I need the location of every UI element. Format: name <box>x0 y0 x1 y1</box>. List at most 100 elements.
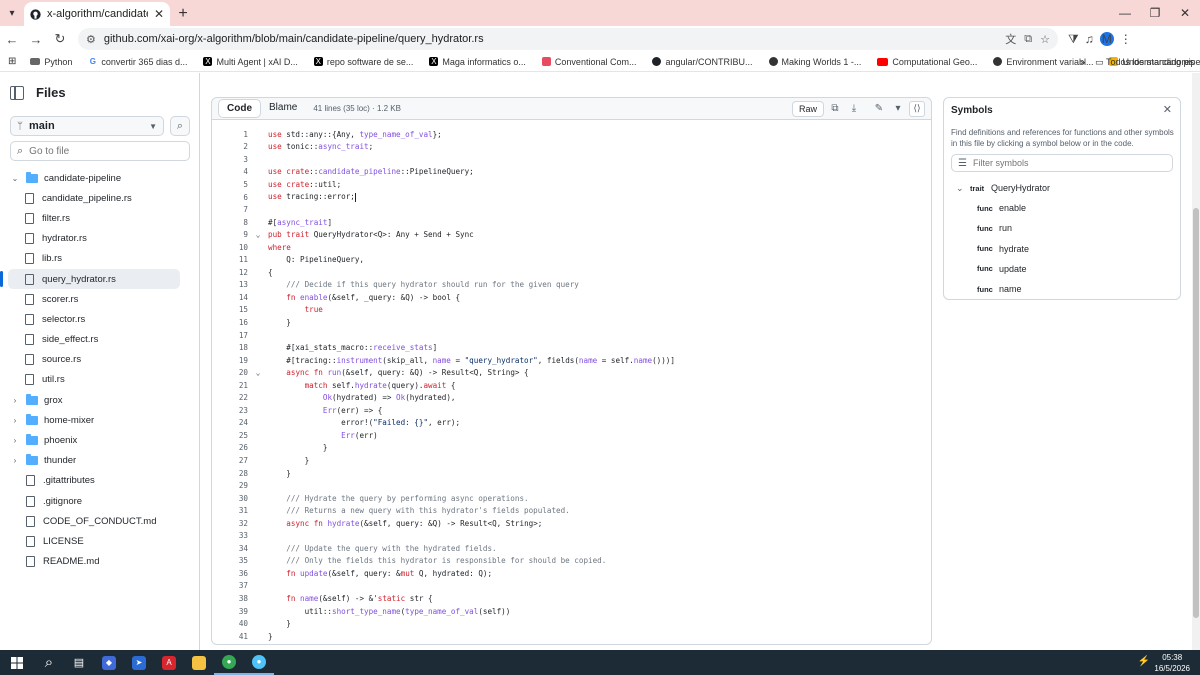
tab-blame[interactable]: Blame <box>261 99 305 118</box>
filter-symbols-field[interactable]: ☰ <box>951 154 1173 172</box>
network-icon[interactable]: ⚡ <box>1138 656 1150 667</box>
bookmark-4[interactable]: X Maga informatics o... <box>421 57 534 67</box>
bookmark-2[interactable]: X Multi Agent | xAI D... <box>195 57 305 67</box>
code-line[interactable]: 15 true <box>212 304 931 317</box>
tree-file[interactable]: util.rs <box>0 370 200 390</box>
minimize-button[interactable]: — <box>1110 0 1140 26</box>
bookmark-0[interactable]: Python <box>22 57 80 67</box>
tree-file[interactable]: .gitignore <box>0 491 200 511</box>
url-text[interactable]: github.com/xai-org/x-algorithm/blob/main… <box>104 33 997 45</box>
close-window-button[interactable]: ✕ <box>1170 0 1200 26</box>
line-number[interactable]: 30 <box>212 494 248 503</box>
code-line[interactable]: 21 match self.hydrate(query).await { <box>212 379 931 392</box>
code-line[interactable]: 28 } <box>212 467 931 480</box>
line-number[interactable]: 33 <box>212 531 248 540</box>
line-number[interactable]: 36 <box>212 569 248 578</box>
tree-file[interactable]: lib.rs <box>0 249 200 269</box>
symbol-item[interactable]: func update <box>944 259 1180 279</box>
copy-icon[interactable]: ⧉ <box>827 101 843 117</box>
code-line[interactable]: 30 /// Hydrate the query by performing a… <box>212 492 931 505</box>
tree-file[interactable]: CODE_OF_CONDUCT.md <box>0 511 200 531</box>
line-number[interactable]: 14 <box>212 293 248 302</box>
chevron-right-icon[interactable]: › <box>10 436 20 445</box>
go-to-file-field[interactable]: ⌕ <box>10 141 190 161</box>
tree-folder[interactable]: › thunder <box>0 451 200 471</box>
close-tab-icon[interactable]: ✕ <box>154 7 164 21</box>
code-line[interactable]: 18 #[xai_stats_macro::receive_stats] <box>212 341 931 354</box>
app-icon-2[interactable]: ➤ <box>124 650 154 675</box>
more-bookmarks-icon[interactable]: » <box>1080 57 1085 67</box>
site-info-icon[interactable]: ⚙ <box>86 33 96 46</box>
chevron-down-icon[interactable]: ⌄ <box>10 174 20 183</box>
line-number[interactable]: 24 <box>212 418 248 427</box>
new-tab-button[interactable]: + <box>170 2 196 26</box>
code-line[interactable]: 41} <box>212 630 931 643</box>
tree-file[interactable]: query_hydrator.rs <box>0 268 180 290</box>
line-number[interactable]: 15 <box>212 305 248 314</box>
go-to-file-input[interactable] <box>29 145 170 157</box>
code-line[interactable]: 7 <box>212 203 931 216</box>
line-number[interactable]: 35 <box>212 556 248 565</box>
open-in-app-icon[interactable]: ⧉ <box>1024 33 1032 46</box>
tree-folder[interactable]: ⌄ candidate-pipeline <box>0 168 200 188</box>
code-line[interactable]: 3 <box>212 153 931 166</box>
code-line[interactable]: 17 <box>212 329 931 342</box>
chrome-profile-icon[interactable]: ● <box>244 650 274 675</box>
code-line[interactable]: 40 } <box>212 617 931 630</box>
line-number[interactable]: 6 <box>212 193 248 202</box>
bookmark-star-icon[interactable]: ☆ <box>1040 33 1050 46</box>
symbol-item[interactable]: func run <box>944 218 1180 238</box>
line-number[interactable]: 5 <box>212 180 248 189</box>
bookmark-8[interactable]: Computational Geo... <box>869 57 985 67</box>
line-number[interactable]: 38 <box>212 594 248 603</box>
code-line[interactable]: 1 use std::any::{Any, type_name_of_val}; <box>212 128 931 141</box>
collapse-sidebar-icon[interactable] <box>10 85 24 100</box>
symbol-item[interactable]: func enable <box>944 198 1180 218</box>
chevron-right-icon[interactable]: › <box>10 416 20 425</box>
line-number[interactable]: 39 <box>212 607 248 616</box>
line-number[interactable]: 8 <box>212 218 248 227</box>
tree-file[interactable]: filter.rs <box>0 208 200 228</box>
back-button[interactable]: ← <box>0 27 24 51</box>
bookmark-1[interactable]: Gconvertir 365 dias d... <box>80 57 195 67</box>
tree-file[interactable]: LICENSE <box>0 531 200 551</box>
tree-file[interactable]: .gitattributes <box>0 471 200 491</box>
line-number[interactable]: 19 <box>212 356 248 365</box>
line-number[interactable]: 10 <box>212 243 248 252</box>
code-line[interactable]: 39 util::short_type_name(type_name_of_va… <box>212 605 931 618</box>
line-number[interactable]: 21 <box>212 381 248 390</box>
line-number[interactable]: 13 <box>212 280 248 289</box>
task-view-icon[interactable]: ▤ <box>64 650 94 675</box>
code-line[interactable]: 24 error!("Failed: {}", err); <box>212 417 931 430</box>
tree-file[interactable]: candidate_pipeline.rs <box>0 188 200 208</box>
page-scrollbar[interactable] <box>1192 73 1200 650</box>
code-line[interactable]: 13 /// Decide if this query hydrator sho… <box>212 279 931 292</box>
code-line[interactable]: 29 <box>212 479 931 492</box>
code-line[interactable]: 4 use crate::candidate_pipeline::Pipeline… <box>212 166 931 179</box>
code-line[interactable]: 8 #[async_trait] <box>212 216 931 229</box>
line-number[interactable]: 1 <box>212 130 248 139</box>
close-icon[interactable]: ✕ <box>1163 103 1172 116</box>
scrollbar-thumb[interactable] <box>1193 208 1199 618</box>
raw-button[interactable]: Raw <box>791 100 824 117</box>
code-line[interactable]: 12 { <box>212 266 931 279</box>
tab-search-button[interactable]: ▾ <box>0 0 24 26</box>
code-line[interactable]: 10 where <box>212 241 931 254</box>
code-line[interactable]: 19 #[tracing::instrument(skip_all, name … <box>212 354 931 367</box>
chevron-right-icon[interactable]: › <box>10 456 20 465</box>
download-icon[interactable]: ⤓ <box>846 101 862 117</box>
line-number[interactable]: 34 <box>212 544 248 553</box>
line-number[interactable]: 4 <box>212 167 248 176</box>
chevron-down-icon[interactable]: ⌄ <box>956 183 970 194</box>
tree-file[interactable]: selector.rs <box>0 309 200 329</box>
line-number[interactable]: 26 <box>212 443 248 452</box>
tree-file[interactable]: scorer.rs <box>0 289 200 309</box>
tab-code[interactable]: Code <box>218 99 261 118</box>
tree-file[interactable]: source.rs <box>0 350 200 370</box>
line-number[interactable]: 2 <box>212 142 248 151</box>
line-number[interactable]: 12 <box>212 268 248 277</box>
symbol-item[interactable]: func name <box>944 279 1180 299</box>
code-line[interactable]: 32 async fn hydrate(&self, query: &Q) ->… <box>212 517 931 530</box>
code-line[interactable]: 36 fn update(&self, query: &mut Q, hydra… <box>212 567 931 580</box>
bookmark-6[interactable]: angular/CONTRIBU... <box>644 57 760 67</box>
